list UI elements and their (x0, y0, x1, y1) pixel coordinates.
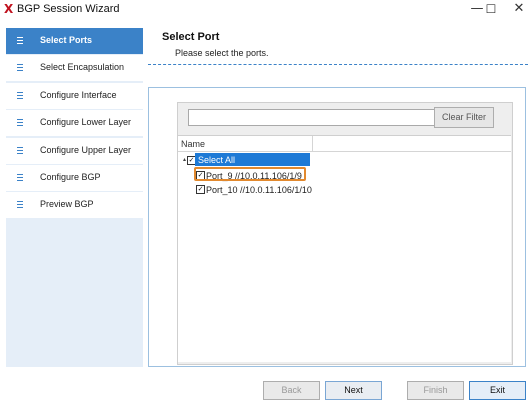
header-divider (148, 64, 528, 65)
title-bar: X BGP Session Wizard — ☐ ✕ (0, 0, 531, 20)
page-subtitle: Please select the ports. (175, 48, 269, 58)
port-9-highlight-box (194, 167, 306, 181)
sidebar-item-preview-bgp[interactable]: Preview BGP (6, 192, 143, 219)
sidebar-item-label: Configure Upper Layer (40, 144, 132, 155)
collapse-arrow-icon[interactable]: ▴ (183, 156, 186, 163)
sidebar-item-select-ports[interactable]: Select Ports (6, 28, 143, 54)
exit-button[interactable]: Exit (469, 381, 526, 400)
select-all-row[interactable]: Select All (195, 153, 310, 166)
finish-button[interactable]: Finish (407, 381, 464, 400)
list-icon (17, 201, 23, 210)
maximize-button[interactable]: ☐ (476, 0, 506, 20)
app-logo: X (4, 2, 14, 16)
port-10-checkbox[interactable]: ✓ (196, 185, 205, 194)
sidebar-item-configure-bgp[interactable]: Configure BGP (6, 164, 143, 191)
filter-input[interactable] (188, 109, 436, 126)
list-icon (17, 146, 23, 156)
select-all-label: Select All (198, 155, 236, 165)
sidebar-item-select-encapsulation[interactable]: Select Encapsulation (6, 55, 143, 82)
list-icon (17, 37, 23, 46)
list-icon (17, 64, 23, 73)
sidebar-item-label: Configure Interface (40, 89, 117, 100)
window-title: BGP Session Wizard (17, 3, 120, 15)
list-icon (17, 91, 23, 101)
close-button[interactable]: ✕ (504, 0, 531, 20)
sidebar-item-configure-lower-layer[interactable]: Configure Lower Layer (6, 110, 143, 137)
clear-filter-button[interactable]: Clear Filter (434, 107, 494, 128)
column-name-label: Name (181, 139, 206, 149)
sidebar-item-configure-upper-layer[interactable]: Configure Upper Layer (6, 137, 143, 164)
sidebar-item-label: Select Encapsulation (40, 62, 125, 73)
sidebar-item-label: Select Ports (40, 35, 93, 45)
page-title: Select Port (162, 31, 220, 43)
port-10-label[interactable]: Port_10 //10.0.11.106/1/10 (206, 185, 312, 195)
sidebar-item-label: Preview BGP (40, 199, 94, 210)
wizard-step-sidebar: Select Ports Select Encapsulation Config… (6, 28, 143, 367)
sidebar-item-configure-interface[interactable]: Configure Interface (6, 82, 143, 109)
sidebar-item-label: Configure BGP (40, 171, 101, 182)
back-button[interactable]: Back (263, 381, 320, 400)
port-tree: Name ▴ ✓ Select All ✓ Port_9 //10.0.11.1… (178, 135, 511, 362)
list-icon (17, 173, 23, 183)
list-icon (17, 119, 23, 128)
tree-column-header: Name (178, 136, 511, 152)
sidebar-item-label: Configure Lower Layer (40, 117, 132, 128)
next-button[interactable]: Next (325, 381, 382, 400)
column-divider[interactable] (312, 136, 313, 151)
